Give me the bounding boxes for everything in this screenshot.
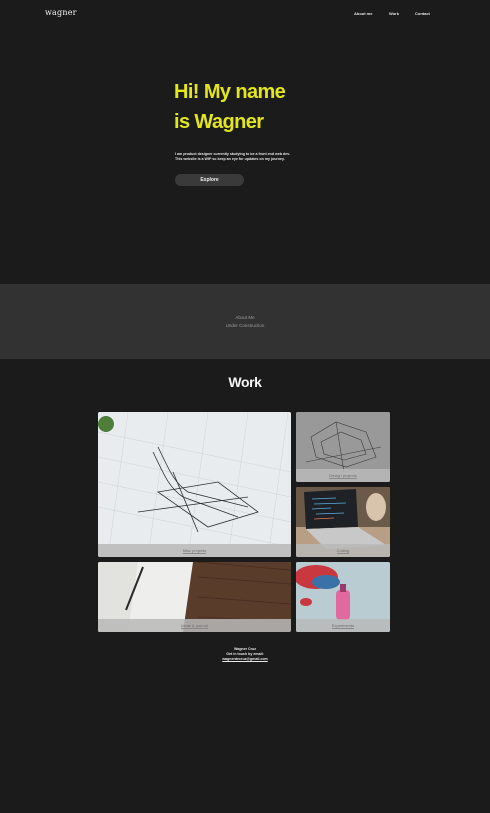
tile-label: Design projects bbox=[296, 469, 390, 482]
footer: Wagner Cruz Get in touch by email: wagne… bbox=[0, 647, 490, 662]
logo[interactable]: wagner bbox=[45, 8, 77, 17]
logo-text: wagner bbox=[45, 8, 77, 17]
blueprint-image bbox=[98, 412, 291, 557]
tile-experiments[interactable]: Experiments bbox=[296, 562, 390, 632]
footer-email-link[interactable]: wagnerdecruz@gmail.com bbox=[222, 657, 267, 661]
tile-label: Experiments bbox=[296, 619, 390, 632]
nav-about-link[interactable]: About me bbox=[354, 11, 372, 16]
tile-label: Ideas & journal bbox=[98, 619, 291, 632]
about-heading: About Me bbox=[235, 315, 255, 320]
hero-description: I am product designer currently studying… bbox=[175, 152, 325, 162]
hero-title-line1: Hi! My name bbox=[174, 81, 286, 103]
nav-contact-link[interactable]: Contact bbox=[415, 11, 430, 16]
tile-misc-projects[interactable]: Misc projects bbox=[98, 412, 291, 557]
hero-title-line2: is Wagner bbox=[174, 111, 264, 133]
about-status: Under Construction bbox=[225, 323, 265, 328]
hero-desc-line2: This website is a WIP so keep an eye for… bbox=[175, 157, 285, 161]
about-text: About Me Under Construction bbox=[0, 314, 490, 330]
work-title: Work bbox=[228, 374, 262, 390]
hero-title: Hi! My name is Wagner bbox=[174, 77, 286, 137]
nav-work-link[interactable]: Work bbox=[389, 11, 399, 16]
tile-label: Misc projects bbox=[98, 544, 291, 557]
top-nav: wagner About me Work Contact bbox=[0, 0, 490, 30]
tile-coding[interactable]: Coding bbox=[296, 487, 390, 557]
explore-button[interactable]: Explore bbox=[175, 174, 244, 186]
tile-design-projects[interactable]: Design projects bbox=[296, 412, 390, 482]
tile-ideas-journal[interactable]: Ideas & journal bbox=[98, 562, 291, 632]
tile-label: Coding bbox=[296, 544, 390, 557]
